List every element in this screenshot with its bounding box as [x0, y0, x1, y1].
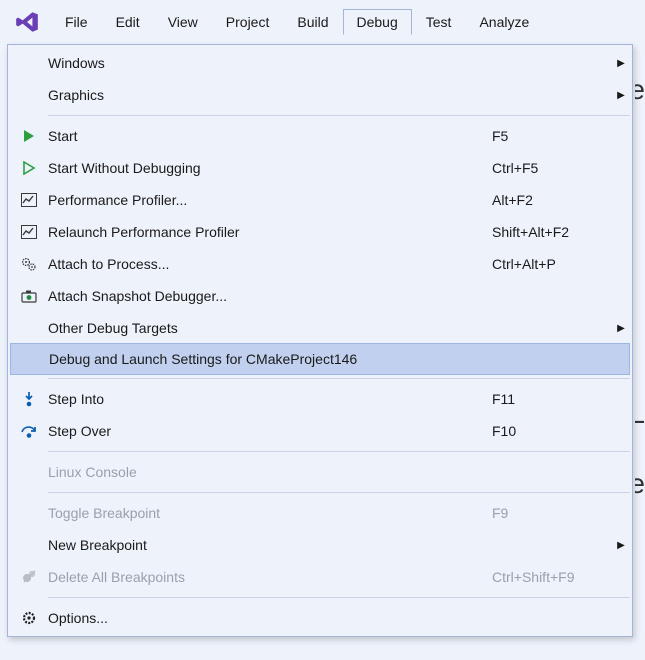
menu-analyze[interactable]: Analyze	[465, 9, 543, 35]
menu-item-toggle-breakpoint: Toggle BreakpointF9	[10, 497, 630, 529]
play-green-icon	[10, 129, 48, 143]
visual-studio-logo-icon	[13, 8, 41, 36]
menu-item-label: Windows	[48, 55, 492, 71]
menu-item-label: Options...	[48, 610, 492, 626]
submenu-arrow-icon: ▶	[612, 323, 630, 334]
menu-item-delete-all-breakpoints: Delete All BreakpointsCtrl+Shift+F9	[10, 561, 630, 593]
menu-item-label: Graphics	[48, 87, 492, 103]
menu-item-label: Toggle Breakpoint	[48, 505, 492, 521]
menu-item-label: Performance Profiler...	[48, 192, 492, 208]
menu-view[interactable]: View	[154, 9, 212, 35]
menu-item-relaunch-performance-profiler[interactable]: Relaunch Performance ProfilerShift+Alt+F…	[10, 216, 630, 248]
menu-item-performance-profiler[interactable]: Performance Profiler...Alt+F2	[10, 184, 630, 216]
menu-item-label: Relaunch Performance Profiler	[48, 224, 492, 240]
menu-separator	[48, 378, 630, 379]
menu-item-step-over[interactable]: Step OverF10	[10, 415, 630, 447]
menu-item-other-debug-targets[interactable]: Other Debug Targets ▶	[10, 312, 630, 344]
menu-item-label: Attach Snapshot Debugger...	[48, 288, 492, 304]
menu-edit[interactable]: Edit	[102, 9, 154, 35]
menu-item-label: Debug and Launch Settings for CMakeProje…	[49, 351, 491, 367]
menu-item-shortcut: F9	[492, 505, 612, 521]
submenu-arrow-icon: ▶	[612, 90, 630, 101]
menu-item-linux-console: Linux Console	[10, 456, 630, 488]
menu-item-graphics[interactable]: Graphics ▶	[10, 79, 630, 111]
menu-item-label: Attach to Process...	[48, 256, 492, 272]
gear-icon	[10, 610, 48, 626]
submenu-arrow-icon: ▶	[612, 58, 630, 69]
snapshot-camera-icon	[10, 289, 48, 303]
menu-item-attach-snapshot-debugger[interactable]: Attach Snapshot Debugger...	[10, 280, 630, 312]
menu-item-label: Other Debug Targets	[48, 320, 492, 336]
menu-item-windows[interactable]: Windows ▶	[10, 47, 630, 79]
step-over-icon	[10, 423, 48, 439]
menu-item-shortcut: Alt+F2	[492, 192, 612, 208]
menu-item-shortcut: F5	[492, 128, 612, 144]
menu-item-start-without-debugging[interactable]: Start Without DebuggingCtrl+F5	[10, 152, 630, 184]
debug-menu-dropdown: Windows▶Graphics▶StartF5Start Without De…	[7, 44, 633, 637]
menu-item-label: Step Into	[48, 391, 492, 407]
menu-item-label: Delete All Breakpoints	[48, 569, 492, 585]
menu-test[interactable]: Test	[412, 9, 466, 35]
menu-item-shortcut: Ctrl+Shift+F9	[492, 569, 612, 585]
menu-item-label: Step Over	[48, 423, 492, 439]
background-glyph: e	[635, 468, 645, 500]
menu-item-debug-and-launch-settings-for-cmakeproject146[interactable]: Debug and Launch Settings for CMakeProje…	[10, 343, 630, 375]
background-glyph: L	[635, 398, 645, 430]
menu-separator	[48, 597, 630, 598]
menu-item-label: Start Without Debugging	[48, 160, 492, 176]
submenu-arrow-icon: ▶	[612, 540, 630, 551]
menu-item-options[interactable]: Options...	[10, 602, 630, 634]
menu-separator	[48, 451, 630, 452]
delete-bp-icon	[10, 569, 48, 585]
menu-separator	[48, 492, 630, 493]
menu-item-label: Start	[48, 128, 492, 144]
menubar: FileEditViewProjectBuildDebugTestAnalyze	[0, 0, 645, 44]
menu-project[interactable]: Project	[212, 9, 284, 35]
background-glyph: e	[635, 74, 645, 106]
menu-item-label: Linux Console	[48, 464, 492, 480]
play-outline-icon	[10, 161, 48, 175]
menu-item-step-into[interactable]: Step IntoF11	[10, 383, 630, 415]
gears-icon	[10, 256, 48, 272]
menu-build[interactable]: Build	[283, 9, 342, 35]
profiler-icon	[10, 225, 48, 239]
menu-debug[interactable]: Debug	[343, 9, 412, 35]
menu-file[interactable]: File	[51, 9, 102, 35]
profiler-icon	[10, 193, 48, 207]
menu-separator	[48, 115, 630, 116]
menu-item-shortcut: Ctrl+F5	[492, 160, 612, 176]
step-into-icon	[10, 391, 48, 407]
menu-item-shortcut: Ctrl+Alt+P	[492, 256, 612, 272]
menu-item-new-breakpoint[interactable]: New Breakpoint ▶	[10, 529, 630, 561]
menu-item-shortcut: Shift+Alt+F2	[492, 224, 612, 240]
menu-item-start[interactable]: StartF5	[10, 120, 630, 152]
menu-item-label: New Breakpoint	[48, 537, 492, 553]
menu-item-shortcut: F10	[492, 423, 612, 439]
menu-item-attach-to-process[interactable]: Attach to Process...Ctrl+Alt+P	[10, 248, 630, 280]
menu-item-shortcut: F11	[492, 391, 612, 407]
